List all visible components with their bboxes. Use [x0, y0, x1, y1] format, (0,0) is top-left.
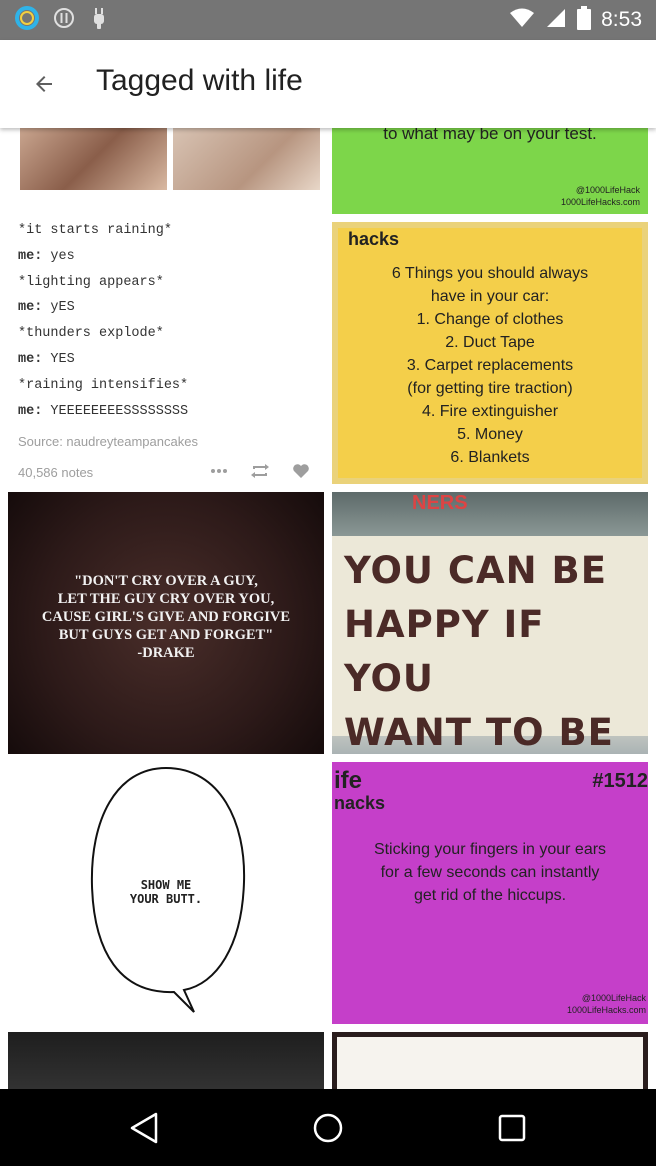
lifehack-yellow-tile[interactable]: hacks 6 Things you should always have in… [332, 222, 648, 484]
quote-line: CAUSE GIRL'S GIVE AND FORGIVE [41, 609, 291, 625]
arrow-left-icon [36, 76, 52, 92]
battery-icon [577, 5, 592, 35]
lifehack-text: 6 Things you should always have in your … [338, 262, 642, 469]
lifehack-line: for a few seconds can instantly [380, 864, 600, 881]
credit-site: 1000LifeHacks.com [566, 1005, 646, 1015]
android-icon [88, 6, 110, 35]
image-grid: *it starts raining* me: yes *lighting ap… [0, 128, 656, 1089]
post-line: *thunders explode* [18, 326, 164, 342]
wifi-icon [509, 7, 535, 34]
image-tile[interactable] [332, 1032, 648, 1089]
lifehack-item: 2. Duct Tape [445, 334, 535, 351]
bubble-line: SHOW ME [140, 878, 192, 892]
credit-site: 1000LifeHacks.com [560, 197, 640, 207]
lifehack-credit: @1000LifeHack 1000LifeHacks.com [561, 184, 640, 208]
alert-icon [52, 6, 76, 35]
post-line: me: YEEEEEEEESSSSSSSS [18, 403, 189, 419]
status-bar: 8:53 [0, 0, 656, 40]
lifehack-item: (for getting tire traction) [407, 380, 573, 397]
lifehack-heading: have in your car: [430, 288, 550, 305]
post-text: *it starts raining* me: yes *lighting ap… [18, 218, 318, 424]
brand-line: nacks [334, 793, 386, 813]
clock: 8:53 [601, 8, 642, 31]
back-nav-icon [130, 1112, 158, 1144]
sign-text: YOU CAN BE HAPPY IF YOU WANT TO BE [344, 544, 644, 754]
sign-line: YOU CAN BE [344, 549, 607, 592]
quote-line: "DON'T CRY OVER A GUY, [74, 573, 258, 589]
nav-recents-button[interactable] [482, 1107, 542, 1149]
brand-line: ife [334, 767, 363, 794]
lifehack-purple-tile[interactable]: ife nacks #1512 Sticking your fingers in… [332, 762, 648, 1024]
photo-thumbnail [173, 128, 320, 190]
lifehack-brand: hacks [348, 229, 400, 249]
post-source: Source: naudreyteampancakes [18, 434, 198, 449]
lifehack-line: Sticking your fingers in your ears [373, 841, 607, 858]
circle-app-icon [14, 5, 40, 36]
page-title: Tagged with life [96, 64, 303, 97]
reblog-icon [251, 464, 269, 478]
post-actions [210, 463, 310, 479]
credit-handle: @1000LifeHack [575, 185, 640, 195]
bubble-line: YOUR BUTT. [129, 892, 203, 906]
lifehack-credit: @1000LifeHack 1000LifeHacks.com [567, 992, 646, 1016]
sign-top-text: NERS [412, 492, 468, 512]
home-nav-icon [313, 1113, 343, 1143]
heart-icon [293, 464, 309, 478]
post-line: *lighting appears* [18, 274, 164, 290]
quote-line: LET THE GUY CRY OVER YOU, [57, 591, 275, 607]
post-line: me: yES [18, 300, 75, 316]
bubble-text: SHOW ME YOUR BUTT. [8, 878, 324, 906]
post-line: *it starts raining* [18, 223, 172, 238]
status-bar-left [14, 5, 110, 35]
post-line: me: yes [18, 248, 75, 264]
nav-home-button[interactable] [298, 1107, 358, 1149]
lifehack-number: #1512 [592, 770, 648, 792]
post-notes: 40,586 notes [18, 465, 94, 480]
quote-line: BUT GUYS GET AND FORGET" [58, 627, 274, 643]
quote-image-tile[interactable]: "DON'T CRY OVER A GUY, LET THE GUY CRY O… [8, 492, 324, 754]
lifehack-item: 4. Fire extinguisher [421, 403, 559, 420]
quote-text: "DON'T CRY OVER A GUY, LET THE GUY CRY O… [28, 572, 304, 662]
lifehack-line: get rid of the hiccups. [413, 887, 567, 904]
lifehack-brand: ife nacks [334, 767, 386, 814]
lifehack-caption: to what may be on your test. [383, 128, 597, 143]
lifehack-item: 1. Change of clothes [416, 311, 564, 328]
status-bar-right: 8:53 [509, 5, 642, 35]
photo-thumbnail [20, 128, 167, 190]
comic-bubble-tile[interactable]: SHOW ME YOUR BUTT. [8, 762, 324, 1024]
lifehack-item: 3. Carpet replacements [406, 357, 574, 374]
photo-strip [20, 128, 320, 190]
lifehack-item: 6. Blankets [450, 449, 530, 466]
post-line: *raining intensifies* [18, 377, 189, 393]
lifehack-green-tile[interactable]: to what may be on your test. @1000LifeHa… [332, 128, 648, 214]
signal-icon [545, 7, 567, 34]
lifehack-item: 5. Money [457, 426, 523, 443]
recents-nav-icon [498, 1114, 526, 1142]
nav-back-button[interactable] [114, 1107, 174, 1149]
credit-handle: @1000LifeHack [581, 993, 646, 1003]
back-button[interactable] [20, 60, 68, 108]
navigation-bar [0, 1089, 656, 1166]
sign-image-tile[interactable]: NERS YOU CAN BE HAPPY IF YOU WANT TO BE [332, 492, 648, 754]
text-post-tile[interactable]: *it starts raining* me: yes *lighting ap… [8, 128, 324, 484]
quote-line: -DRAKE [137, 645, 195, 661]
app-bar: Tagged with life [0, 40, 656, 128]
post-line: me: YES [18, 351, 75, 367]
lifehack-text: Sticking your fingers in your ears for a… [332, 838, 648, 907]
sign-line: WANT TO BE [344, 711, 614, 754]
lifehack-heading: 6 Things you should always [391, 265, 589, 282]
image-tile[interactable] [8, 1032, 324, 1089]
sign-line: HAPPY IF YOU [344, 603, 545, 700]
more-icon [211, 469, 227, 473]
